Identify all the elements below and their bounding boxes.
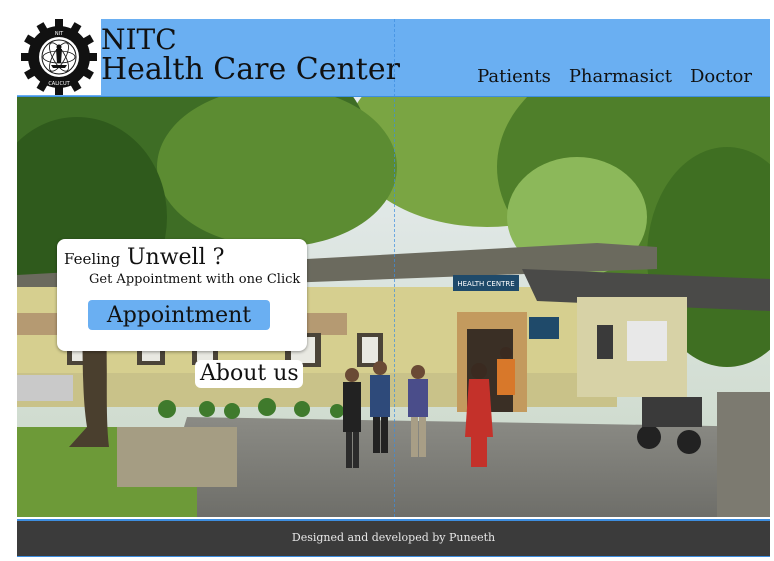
card-subtitle: Get Appointment with one Click [89, 272, 301, 287]
feeling-label: Feeling [64, 250, 121, 268]
appointment-card: Feeling Unwell ? Get Appointment with on… [57, 239, 307, 351]
nav-patients-link[interactable]: Patients [477, 66, 551, 87]
site-footer: Designed and developed by Puneeth [17, 519, 770, 557]
nav-pharmacist-link[interactable]: Pharmasict [569, 66, 672, 87]
building-sign-text: HEALTH CENTRE [457, 280, 514, 288]
site-title: NITC Health Care Center [101, 25, 400, 86]
appointment-button[interactable]: Appointment [88, 300, 270, 330]
svg-text:NIT: NIT [55, 31, 64, 37]
unwell-label: Unwell ? [126, 245, 225, 270]
site-title-short: NITC [101, 23, 177, 56]
nitc-emblem-icon: NIT CALICUT [17, 19, 101, 95]
svg-text:CALICUT: CALICUT [48, 81, 70, 87]
main-nav: Patients Pharmasict Doctor [477, 66, 752, 87]
nav-doctor-link[interactable]: Doctor [690, 66, 752, 87]
card-headline: Feeling Unwell ? [64, 245, 224, 270]
about-us-link[interactable]: About us [195, 360, 303, 388]
page-frame: NIT CALICUT NITC Health Care Center Pati… [17, 19, 770, 557]
site-title-full: Health Care Center [101, 52, 400, 88]
footer-credit: Designed and developed by Puneeth [291, 531, 496, 544]
layout-guide-line [394, 19, 395, 517]
